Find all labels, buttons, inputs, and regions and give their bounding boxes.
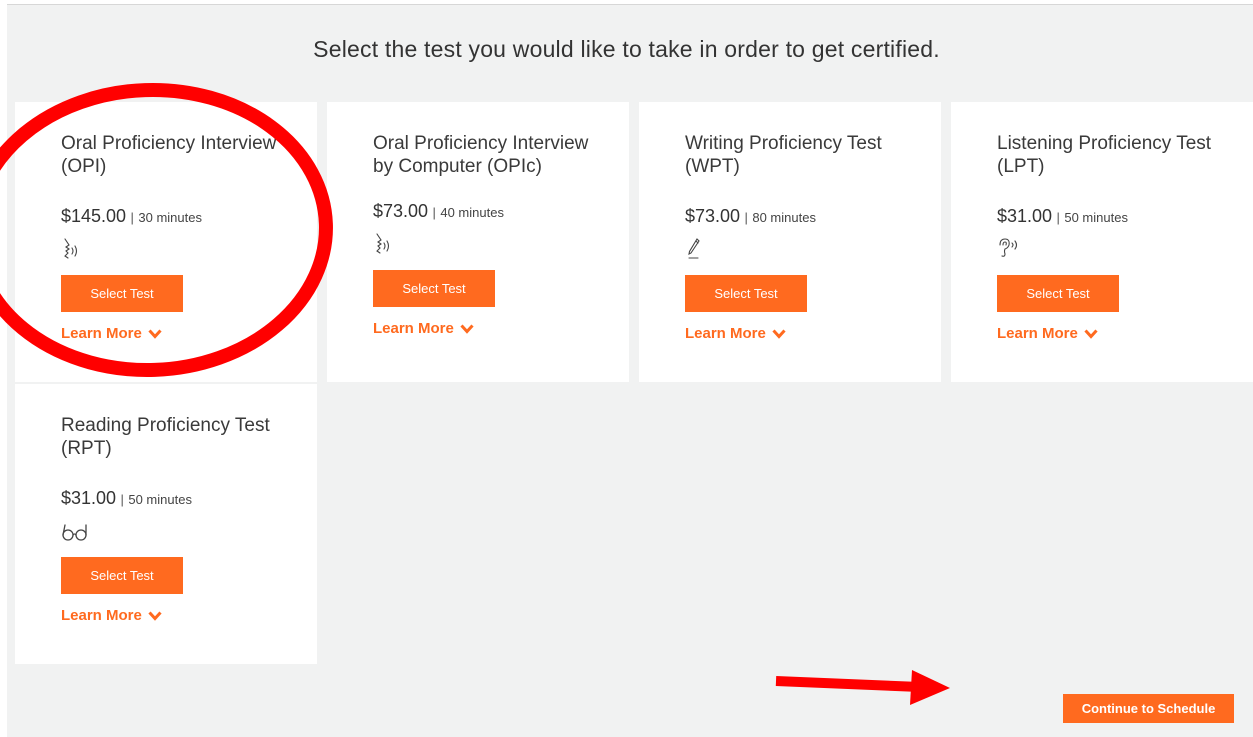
separator: |: [120, 492, 124, 507]
speaking-icon: [373, 232, 399, 256]
chevron-down-icon: [148, 328, 162, 339]
test-price: $73.00: [685, 206, 741, 226]
learn-more-link[interactable]: Learn More: [61, 607, 317, 624]
test-duration: 30 minutes: [138, 210, 202, 225]
test-duration: 50 minutes: [128, 492, 192, 507]
pencil-icon: [685, 237, 711, 261]
price-row: $31.00 | 50 minutes: [61, 488, 317, 509]
page-heading: Select the test you would like to take i…: [313, 36, 940, 62]
select-test-button[interactable]: Select Test: [997, 275, 1119, 312]
test-card-opic: Oral Proficiency Interview by Computer (…: [327, 102, 629, 382]
test-card-opi: Oral Proficiency Interview (OPI) $145.00…: [15, 102, 317, 382]
test-duration: 40 minutes: [440, 205, 504, 220]
listening-icon: [997, 237, 1023, 261]
test-title: Listening Proficiency Test (LPT): [997, 133, 1212, 177]
price-row: $145.00 | 30 minutes: [61, 206, 317, 227]
test-card-lpt: Listening Proficiency Test (LPT) $31.00 …: [951, 102, 1253, 382]
test-title: Reading Proficiency Test (RPT): [61, 415, 270, 459]
test-duration: 80 minutes: [752, 210, 816, 225]
learn-more-link[interactable]: Learn More: [373, 320, 629, 337]
price-row: $31.00 | 50 minutes: [997, 206, 1253, 227]
test-card-rpt: Reading Proficiency Test (RPT) $31.00 | …: [15, 384, 317, 664]
separator: |: [1056, 210, 1060, 225]
speaking-icon: [61, 237, 87, 261]
test-price: $31.00: [61, 488, 117, 508]
select-test-button[interactable]: Select Test: [373, 270, 495, 307]
learn-more-label: Learn More: [61, 607, 142, 624]
select-test-button[interactable]: Select Test: [61, 275, 183, 312]
test-title: Oral Proficiency Interview by Computer (…: [373, 133, 589, 177]
learn-more-link[interactable]: Learn More: [685, 325, 941, 342]
chevron-down-icon: [772, 328, 786, 339]
learn-more-link[interactable]: Learn More: [61, 325, 317, 342]
learn-more-label: Learn More: [997, 325, 1078, 342]
learn-more-link[interactable]: Learn More: [997, 325, 1253, 342]
select-test-button[interactable]: Select Test: [685, 275, 807, 312]
test-price: $145.00: [61, 206, 127, 226]
test-title: Writing Proficiency Test (WPT): [685, 133, 882, 177]
learn-more-label: Learn More: [373, 320, 454, 337]
select-test-button[interactable]: Select Test: [61, 557, 183, 594]
separator: |: [432, 205, 436, 220]
glasses-icon: [61, 519, 87, 543]
test-price: $73.00: [373, 201, 429, 221]
chevron-down-icon: [1084, 328, 1098, 339]
test-duration: 50 minutes: [1064, 210, 1128, 225]
test-price: $31.00: [997, 206, 1053, 226]
test-title: Oral Proficiency Interview (OPI): [61, 133, 277, 177]
separator: |: [130, 210, 134, 225]
test-card-wpt: Writing Proficiency Test (WPT) $73.00 | …: [639, 102, 941, 382]
learn-more-label: Learn More: [685, 325, 766, 342]
chevron-down-icon: [460, 323, 474, 334]
continue-to-schedule-button[interactable]: Continue to Schedule: [1063, 694, 1234, 723]
learn-more-label: Learn More: [61, 325, 142, 342]
chevron-down-icon: [148, 610, 162, 621]
price-row: $73.00 | 40 minutes: [373, 201, 629, 222]
price-row: $73.00 | 80 minutes: [685, 206, 941, 227]
separator: |: [744, 210, 748, 225]
